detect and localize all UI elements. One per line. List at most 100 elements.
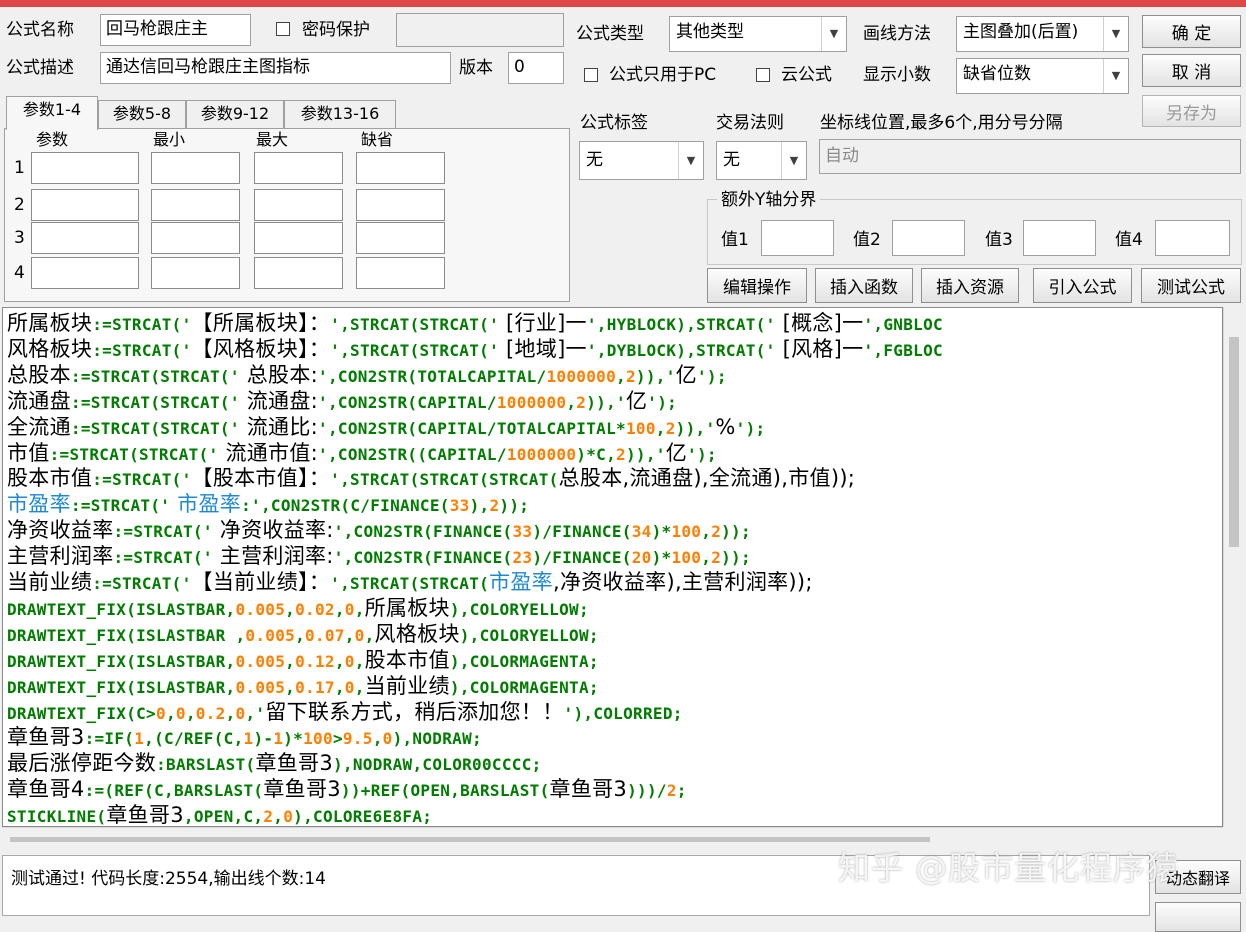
code-token: 亿 bbox=[625, 388, 648, 413]
code-token: [风格]一 bbox=[775, 336, 864, 361]
version-input[interactable]: 0 bbox=[508, 52, 564, 84]
test-formula-button[interactable]: 测试公式 bbox=[1141, 268, 1241, 303]
code-token: 2 bbox=[489, 496, 500, 516]
draw-method-value: 主图叠加(后置) bbox=[963, 22, 1079, 42]
code-token: :=STRCAT(STRCAT(' bbox=[70, 418, 240, 438]
code-token: , bbox=[225, 703, 236, 723]
param-cell-input[interactable] bbox=[356, 222, 445, 254]
formula-type-select[interactable]: 其他类型 ▼ bbox=[669, 16, 847, 52]
chevron-down-icon[interactable]: ▼ bbox=[1103, 59, 1128, 93]
code-token: , bbox=[372, 729, 383, 749]
import-formula-button[interactable]: 引入公式 bbox=[1033, 268, 1132, 303]
y-value-4-label: 值4 bbox=[1115, 230, 1143, 250]
password-input[interactable] bbox=[396, 13, 564, 47]
chevron-down-icon[interactable]: ▼ bbox=[821, 17, 846, 51]
code-line: DRAWTEXT_FIX(ISLASTBAR ,0.005,0.07,0,风格板… bbox=[7, 621, 599, 647]
param-row-number: 2 bbox=[14, 195, 25, 215]
extra-button-partial[interactable] bbox=[1155, 902, 1241, 932]
chevron-down-icon[interactable]: ▼ bbox=[1103, 17, 1128, 51]
code-token: 0 bbox=[175, 703, 186, 723]
editor-vertical-scrollbar[interactable] bbox=[1223, 307, 1245, 827]
formula-desc-input[interactable]: 通达信回马枪跟庄主图指标 bbox=[100, 52, 451, 84]
code-token: 流通盘: bbox=[239, 388, 319, 413]
ok-button[interactable]: 确 定 bbox=[1142, 15, 1241, 48]
scrollbar-thumb[interactable] bbox=[1229, 337, 1239, 547]
code-token: , bbox=[165, 703, 176, 723]
code-token: , bbox=[344, 625, 355, 645]
formula-desc-label: 公式描述 bbox=[6, 58, 74, 78]
draw-method-select[interactable]: 主图叠加(后置) ▼ bbox=[956, 16, 1129, 52]
tab-params-5-8[interactable]: 参数5-8 bbox=[98, 100, 186, 128]
decimals-select[interactable]: 缺省位数 ▼ bbox=[956, 58, 1129, 94]
code-token: , bbox=[655, 418, 666, 438]
code-token: ,净资收益率),主营利润率)); bbox=[552, 570, 813, 594]
code-line: 当前业绩:=STRCAT('【当前业绩】：',STRCAT(STRCAT(市盈率… bbox=[7, 569, 813, 595]
param-cell-input[interactable] bbox=[254, 257, 343, 289]
password-protect-checkbox[interactable] bbox=[276, 22, 290, 36]
code-token: ',CON2STR(FINANCE( bbox=[333, 522, 513, 542]
code-token: '); bbox=[696, 366, 727, 386]
code-editor[interactable]: 所属板块:=STRCAT('【所属板块】：',STRCAT(STRCAT(' [… bbox=[2, 307, 1223, 827]
param-cell-input[interactable] bbox=[356, 152, 445, 184]
code-token: DRAWTEXT_FIX(ISLASTBAR, bbox=[7, 599, 236, 619]
y-value-4-input[interactable] bbox=[1155, 220, 1230, 256]
param-row-number: 4 bbox=[14, 263, 25, 283]
tab-params-1-4[interactable]: 参数1-4 bbox=[6, 96, 98, 130]
code-token: )* bbox=[651, 522, 672, 542]
code-token: 亿 bbox=[675, 362, 697, 387]
param-cell-input[interactable] bbox=[31, 152, 139, 184]
code-token: [概念]一 bbox=[775, 311, 864, 335]
chevron-down-icon[interactable]: ▼ bbox=[781, 142, 806, 179]
pc-only-checkbox[interactable] bbox=[584, 68, 598, 82]
scrollbar-thumb[interactable] bbox=[10, 837, 930, 842]
cancel-button[interactable]: 取 消 bbox=[1142, 54, 1241, 87]
trade-rule-value: 无 bbox=[723, 150, 740, 170]
code-token: ,' bbox=[245, 703, 266, 723]
param-cell-input[interactable] bbox=[356, 189, 445, 221]
save-as-button[interactable]: 另存为 bbox=[1142, 95, 1241, 127]
insert-resource-button[interactable]: 插入资源 bbox=[921, 268, 1019, 303]
code-token: 0.12 bbox=[295, 651, 335, 671]
code-token: 0 bbox=[235, 703, 246, 723]
insert-function-button[interactable]: 插入函数 bbox=[815, 268, 913, 303]
code-token: ),COLORYELLOW; bbox=[449, 599, 589, 619]
param-cell-input[interactable] bbox=[31, 257, 139, 289]
code-token: 流通市值: bbox=[218, 440, 319, 465]
tag-select[interactable]: 无 ▼ bbox=[579, 141, 704, 180]
code-token: 0 bbox=[156, 703, 166, 723]
param-cell-input[interactable] bbox=[151, 152, 240, 184]
y-value-2-input[interactable] bbox=[892, 220, 965, 256]
param-cell-input[interactable] bbox=[151, 257, 240, 289]
param-cell-input[interactable] bbox=[254, 222, 343, 254]
formula-type-label: 公式类型 bbox=[576, 24, 644, 44]
formula-name-input[interactable]: 回马枪跟庄主 bbox=[100, 14, 251, 46]
code-token: , bbox=[354, 651, 365, 671]
code-token: 0 bbox=[344, 651, 355, 671]
tab-params-13-16[interactable]: 参数13-16 bbox=[284, 100, 396, 128]
chevron-down-icon[interactable]: ▼ bbox=[678, 142, 703, 179]
edit-operation-button[interactable]: 编辑操作 bbox=[707, 268, 807, 303]
y-value-3-input[interactable] bbox=[1023, 220, 1096, 256]
code-token: :=STRCAT(' bbox=[113, 548, 213, 568]
code-token: )))/ bbox=[627, 781, 667, 801]
param-cell-input[interactable] bbox=[31, 189, 139, 221]
code-token: ),COLORMAGENTA; bbox=[449, 651, 599, 671]
param-cell-input[interactable] bbox=[151, 222, 240, 254]
code-token: , bbox=[354, 599, 365, 619]
y-value-1-input[interactable] bbox=[761, 220, 834, 256]
code-token: 1000000 bbox=[546, 366, 617, 386]
code-token: ',CON2STR((CAPITAL/ bbox=[318, 444, 507, 464]
param-cell-input[interactable] bbox=[151, 189, 240, 221]
trade-rule-select[interactable]: 无 ▼ bbox=[716, 141, 807, 180]
param-cell-input[interactable] bbox=[254, 152, 343, 184]
code-token: 所属板块 bbox=[364, 595, 450, 620]
param-cell-input[interactable] bbox=[254, 189, 343, 221]
tab-params-9-12[interactable]: 参数9-12 bbox=[186, 100, 284, 128]
cloud-formula-checkbox[interactable] bbox=[756, 68, 770, 82]
param-cell-input[interactable] bbox=[356, 257, 445, 289]
trade-rule-label: 交易法则 bbox=[716, 113, 784, 133]
code-token: :=STRCAT(' bbox=[113, 522, 213, 542]
param-cell-input[interactable] bbox=[31, 222, 139, 254]
axis-position-input[interactable]: 自动 bbox=[819, 139, 1241, 174]
code-token: :=STRCAT(STRCAT(' bbox=[70, 366, 240, 386]
